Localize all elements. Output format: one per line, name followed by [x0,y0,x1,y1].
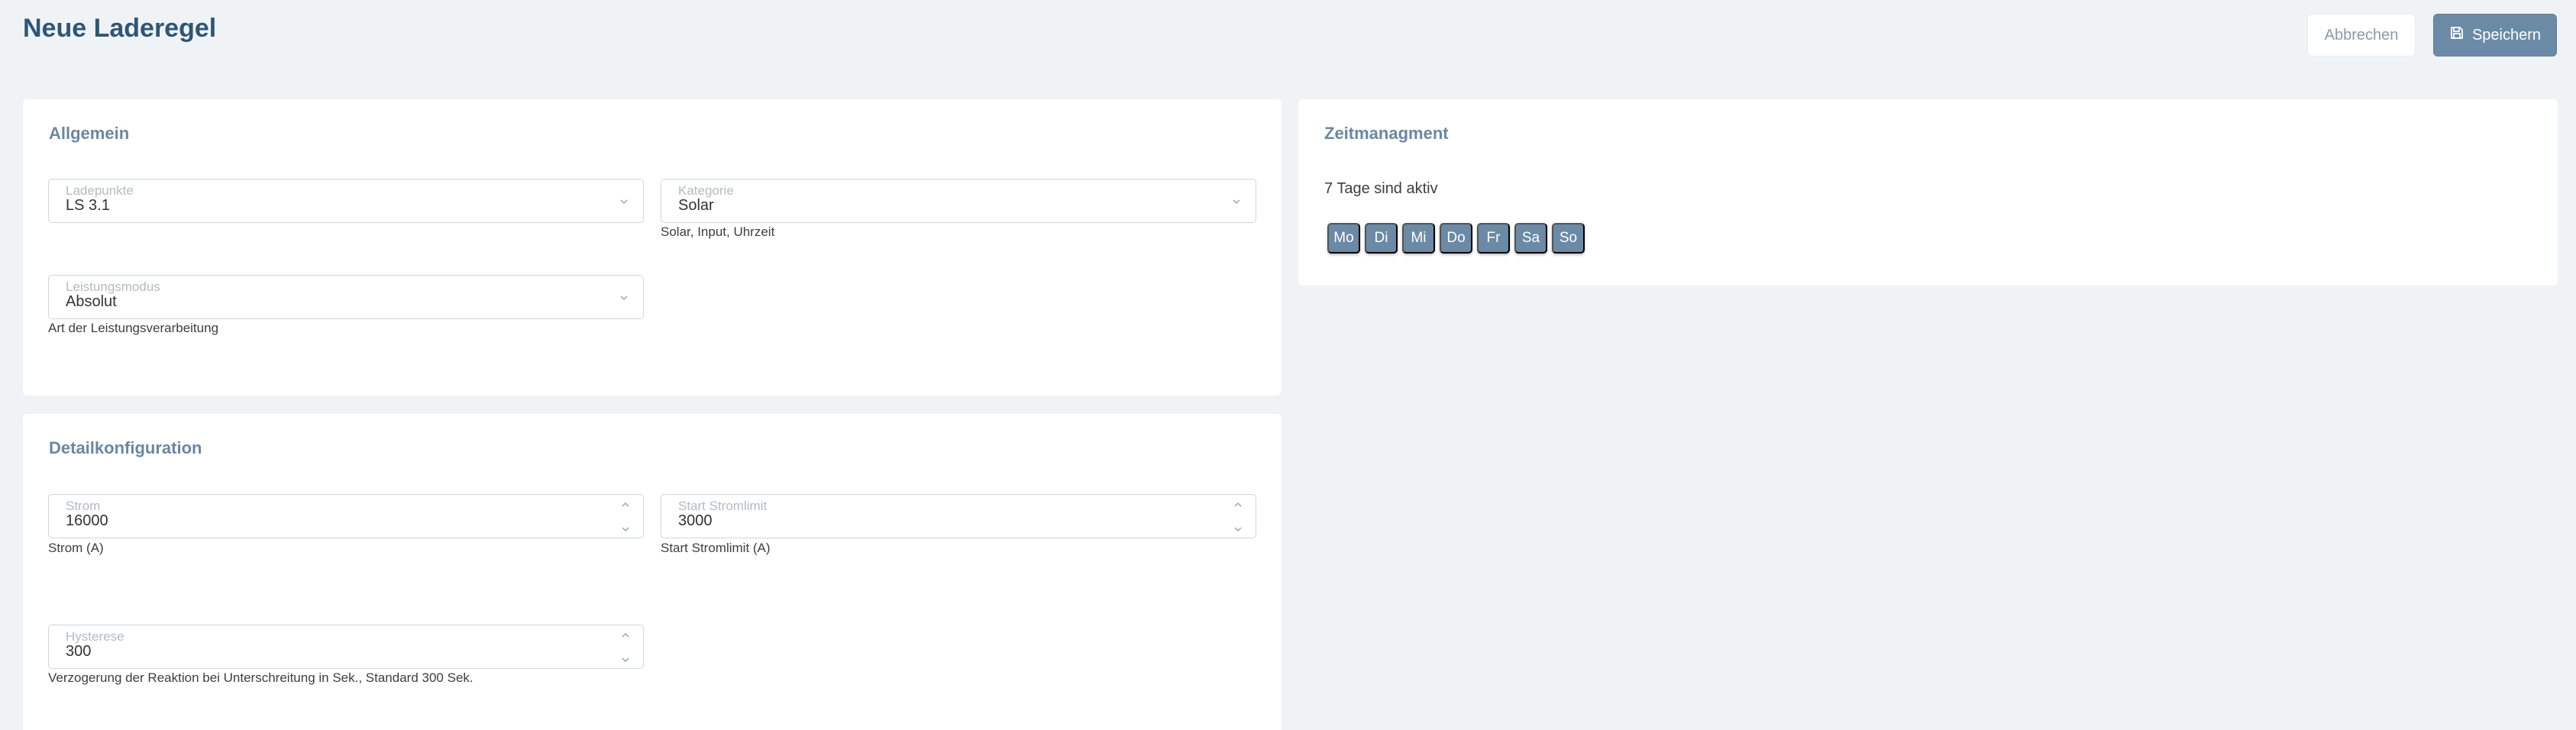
day-toggle-mi[interactable]: Mi [1402,223,1435,254]
hysteresis-stepper[interactable] [620,631,631,664]
day-toggle-do[interactable]: Do [1440,223,1472,254]
day-toggle-di[interactable]: Di [1365,223,1398,254]
current-hint: Strom (A) [48,541,104,555]
save-button-label: Speichern [2471,26,2542,44]
day-selector: Mo Di Mi Do Fr Sa So [1327,223,1585,254]
day-toggle-sa[interactable]: Sa [1514,223,1547,254]
start-limit-hint: Start Stromlimit (A) [661,541,771,555]
start-limit-stepper[interactable] [1233,501,1243,533]
hysteresis-hint: Verzogerung der Reaktion bei Unterschrei… [48,670,474,685]
chargepoints-value: LS 3.1 [66,197,110,214]
chevron-up-icon[interactable] [620,501,631,509]
current-stepper[interactable] [620,501,631,533]
start-limit-input[interactable]: Start Stromlimit 3000 [661,494,1256,538]
category-select[interactable]: Kategorie Solar [661,179,1256,223]
general-card-title: Allgemein [49,124,130,143]
days-status: 7 Tage sind aktiv [1324,180,1438,197]
chevron-down-icon [1233,199,1240,205]
chevron-down-icon [620,296,628,301]
current-value: 16000 [66,512,108,529]
start-limit-value: 3000 [678,512,713,529]
hysteresis-input[interactable]: Hysterese 300 [48,625,644,669]
current-label: Strom [66,499,101,513]
chevron-down-icon[interactable] [1233,525,1243,533]
category-value: Solar [678,197,714,214]
chargepoints-label: Ladepunkte [66,183,134,198]
power-mode-select[interactable]: Leistungsmodus Absolut [48,275,644,319]
page-title: Neue Laderegel [23,14,217,43]
power-mode-label: Leistungsmodus [66,279,160,294]
day-toggle-mo[interactable]: Mo [1327,223,1360,254]
save-button[interactable]: Speichern [2433,14,2557,57]
day-toggle-so[interactable]: So [1552,223,1585,254]
cancel-button[interactable]: Abbrechen [2307,14,2416,57]
chevron-up-icon[interactable] [620,631,631,639]
chevron-down-icon [620,199,628,205]
chargepoints-select[interactable]: Ladepunkte LS 3.1 [48,179,644,223]
power-mode-hint: Art der Leistungsverarbeitung [48,321,219,335]
chevron-down-icon[interactable] [620,656,631,664]
chevron-up-icon[interactable] [1233,501,1243,509]
category-hint: Solar, Input, Uhrzeit [661,224,775,239]
time-card-title: Zeitmanagment [1324,124,1449,143]
day-toggle-fr[interactable]: Fr [1477,223,1510,254]
hysteresis-value: 300 [66,643,92,660]
power-mode-value: Absolut [66,293,117,310]
detail-card-title: Detailkonfiguration [49,438,202,457]
current-input[interactable]: Strom 16000 [48,494,644,538]
floppy-disk-icon [2449,25,2464,45]
start-limit-label: Start Stromlimit [678,499,768,513]
general-card: Allgemein Ladepunkte LS 3.1 Kategorie So… [23,99,1282,396]
category-label: Kategorie [678,183,734,198]
hysteresis-label: Hysterese [66,629,124,644]
chevron-down-icon[interactable] [620,525,631,533]
time-card: Zeitmanagment 7 Tage sind aktiv Mo Di Mi… [1298,99,2558,286]
detail-card: Detailkonfiguration Strom 16000 Strom (A… [23,414,1282,730]
